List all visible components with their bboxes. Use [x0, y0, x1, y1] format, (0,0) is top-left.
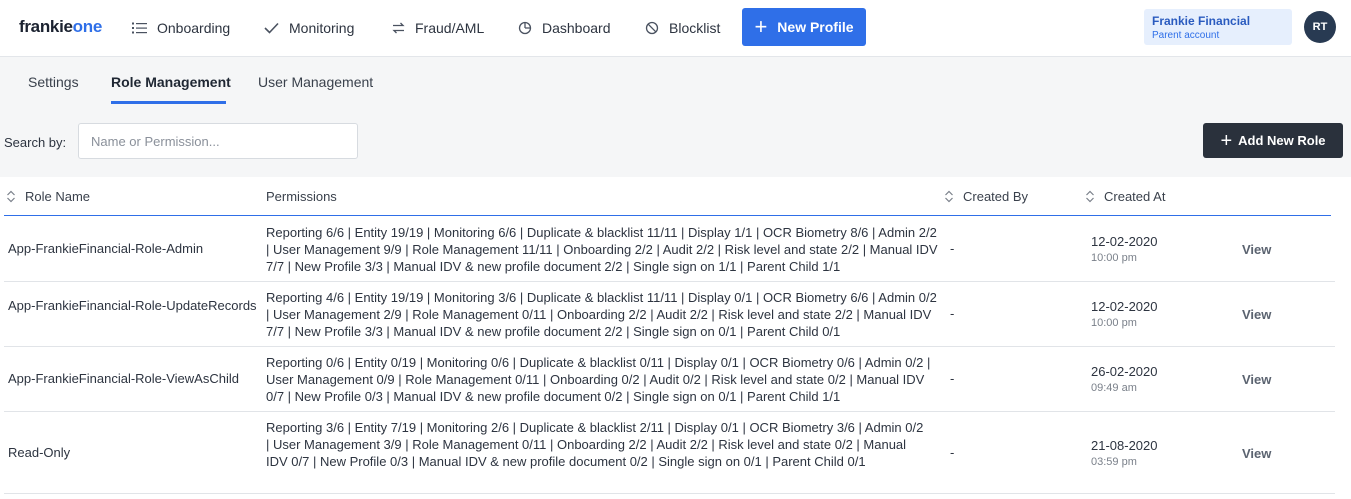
- created-by: -: [950, 241, 955, 256]
- role-permissions: Reporting 0/6 | Entity 0/19 | Monitoring…: [266, 355, 931, 404]
- sort-icon: [7, 190, 15, 203]
- nav-label: Fraud/AML: [415, 20, 485, 36]
- created-by: -: [950, 306, 955, 321]
- view-role-link[interactable]: View: [1242, 242, 1271, 257]
- role-name: Read-Only: [8, 445, 71, 460]
- created-time: 10:00 pm: [1091, 252, 1137, 264]
- check-icon: [264, 22, 279, 34]
- header-label: Role Name: [25, 189, 91, 204]
- table-header-divider: [4, 215, 1331, 216]
- nav-item-blocklist[interactable]: Blocklist: [645, 18, 720, 38]
- header-label: Created By: [963, 189, 1029, 204]
- row-divider: [4, 346, 1335, 347]
- created-date: 12-02-2020: [1091, 234, 1158, 249]
- header-label: Created At: [1104, 189, 1166, 204]
- settings-header-area: Settings Role Management User Management…: [0, 57, 1351, 177]
- avatar[interactable]: RT: [1304, 11, 1336, 43]
- tab-user-management[interactable]: User Management: [258, 74, 373, 90]
- row-divider: [4, 281, 1335, 282]
- nav-label: Blocklist: [669, 20, 721, 36]
- created-date: 26-02-2020: [1091, 364, 1158, 379]
- plus-icon: +: [1220, 129, 1233, 152]
- created-time: 09:49 am: [1091, 382, 1137, 394]
- view-role-link[interactable]: View: [1242, 307, 1271, 322]
- active-tab-indicator: [111, 101, 226, 104]
- nav-item-monitoring[interactable]: Monitoring: [264, 18, 354, 38]
- tab-role-management[interactable]: Role Management: [111, 74, 231, 90]
- view-role-link[interactable]: View: [1242, 372, 1271, 387]
- frankieone-logo[interactable]: frankieone: [19, 17, 102, 37]
- search-label: Search by:: [4, 135, 67, 150]
- sort-icon: [1086, 190, 1094, 203]
- add-new-role-button[interactable]: + Add New Role: [1203, 123, 1343, 158]
- column-header-created-at[interactable]: Created At: [1085, 189, 1165, 204]
- created-time: 10:00 pm: [1091, 317, 1137, 329]
- search-input[interactable]: [78, 123, 358, 159]
- account-switcher[interactable]: Frankie Financial Parent account: [1144, 9, 1292, 45]
- logo-text: frankie: [19, 17, 73, 36]
- created-by: -: [950, 445, 955, 460]
- view-role-link[interactable]: View: [1242, 446, 1271, 461]
- logo-accent-text: one: [72, 17, 103, 36]
- new-profile-button[interactable]: + New Profile: [742, 8, 866, 46]
- nav-label: Dashboard: [542, 20, 611, 36]
- header-label: Permissions: [266, 189, 337, 204]
- column-header-role-name[interactable]: Role Name: [6, 189, 90, 204]
- role-permissions: Reporting 3/6 | Entity 7/19 | Monitoring…: [266, 420, 924, 469]
- row-divider: [4, 493, 1335, 494]
- account-subtitle: Parent account: [1152, 30, 1220, 41]
- list-icon: [132, 22, 147, 34]
- new-profile-label: New Profile: [777, 19, 854, 35]
- column-header-permissions: Permissions: [266, 189, 337, 204]
- created-date: 21-08-2020: [1091, 438, 1158, 453]
- row-divider: [4, 411, 1335, 412]
- block-icon: [645, 21, 659, 35]
- top-navigation: frankieone Onboarding Monitoring Fraud/A…: [0, 0, 1351, 57]
- add-role-label: Add New Role: [1238, 133, 1326, 148]
- role-name: App-FrankieFinancial-Role-ViewAsChild: [8, 371, 239, 386]
- role-permissions: Reporting 4/6 | Entity 19/19 | Monitorin…: [266, 290, 937, 339]
- created-date: 12-02-2020: [1091, 299, 1158, 314]
- role-name: App-FrankieFinancial-Role-Admin: [8, 241, 204, 256]
- nav-label: Onboarding: [157, 20, 231, 36]
- tab-settings[interactable]: Settings: [28, 74, 79, 90]
- created-time: 03:59 pm: [1091, 456, 1137, 468]
- pie-chart-icon: [518, 21, 532, 35]
- column-header-created-by[interactable]: Created By: [944, 189, 1028, 204]
- nav-item-dashboard[interactable]: Dashboard: [518, 18, 611, 38]
- created-by: -: [950, 371, 955, 386]
- role-permissions: Reporting 6/6 | Entity 19/19 | Monitorin…: [266, 225, 938, 274]
- nav-item-onboarding[interactable]: Onboarding: [132, 18, 230, 38]
- sort-icon: [945, 190, 953, 203]
- account-name: Frankie Financial: [1152, 14, 1251, 28]
- nav-item-fraud-aml[interactable]: Fraud/AML: [392, 18, 484, 38]
- role-name: App-FrankieFinancial-Role-UpdateRecords: [8, 298, 257, 313]
- transfer-icon: [392, 22, 405, 34]
- nav-label: Monitoring: [289, 20, 355, 36]
- plus-icon: +: [754, 14, 768, 39]
